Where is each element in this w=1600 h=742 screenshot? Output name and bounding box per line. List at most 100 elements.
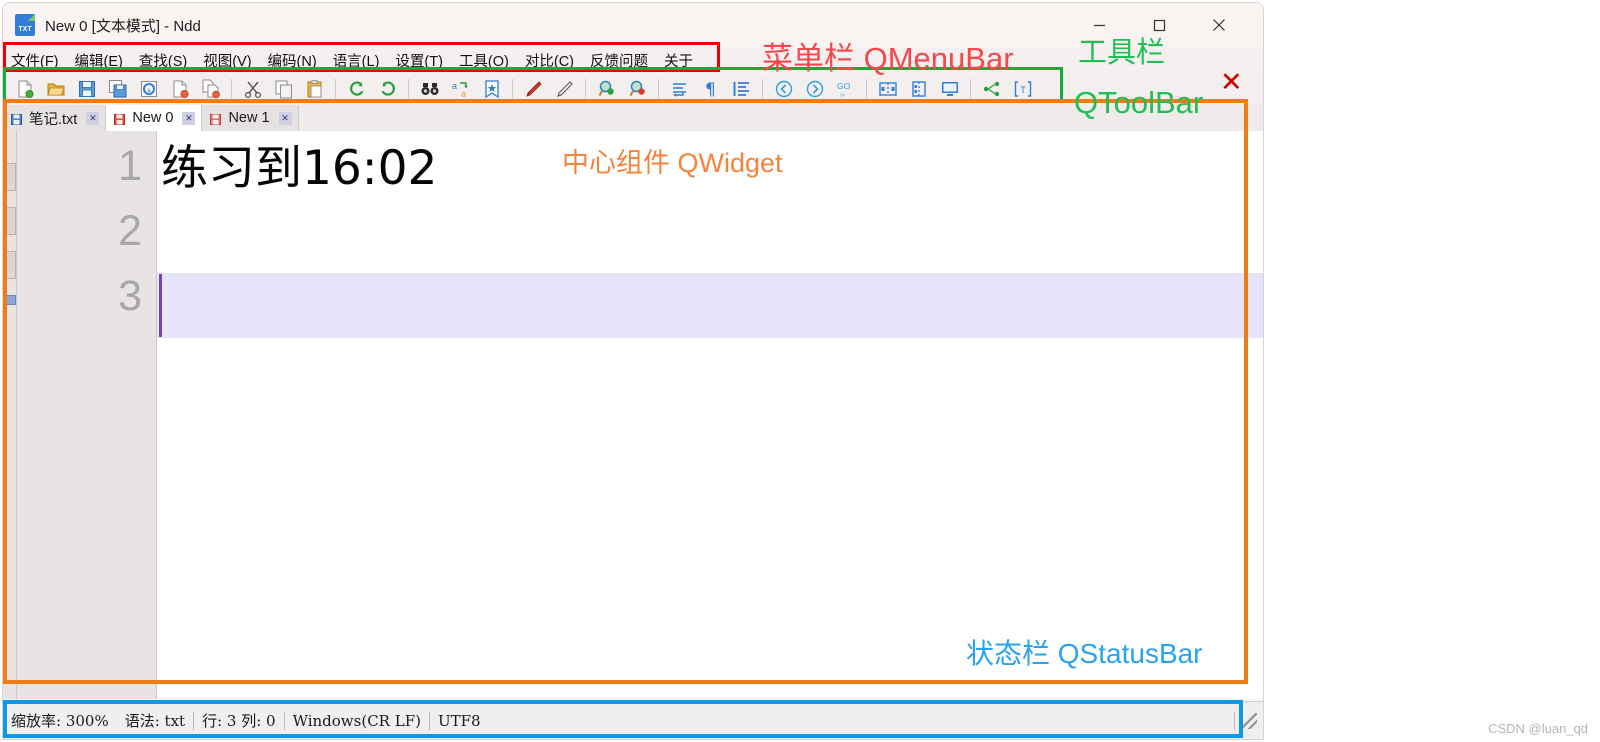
line-number: 1	[118, 142, 142, 190]
editor-area[interactable]: 1 2 3 练习到16:02	[17, 131, 1263, 699]
close-button[interactable]	[1195, 3, 1243, 47]
menu-item-search[interactable]: 查找(S)	[131, 48, 195, 73]
menu-item-edit[interactable]: 编辑(E)	[67, 48, 131, 73]
maximize-button[interactable]	[1135, 3, 1183, 47]
show-whitespace-button[interactable]	[665, 75, 694, 103]
save-all-button[interactable]	[103, 75, 132, 103]
dock-tab-3[interactable]	[3, 251, 16, 279]
toolbar-separator	[512, 79, 513, 99]
split-vertical-button[interactable]	[904, 75, 933, 103]
menu-item-file[interactable]: 文件(F)	[3, 48, 67, 73]
resize-grip[interactable]	[1241, 712, 1257, 729]
tab-new-0[interactable]: New 0 ✕	[106, 105, 203, 131]
menu-item-encoding[interactable]: 编码(N)	[260, 48, 325, 73]
nav-back-button[interactable]	[769, 75, 798, 103]
txt-file-icon-label: TXT	[18, 26, 32, 33]
copy-button[interactable]	[269, 75, 298, 103]
status-divider	[1234, 711, 1235, 730]
undo-button[interactable]	[342, 75, 371, 103]
menu-item-compare[interactable]: 对比(C)	[517, 48, 582, 73]
undo-icon	[349, 81, 363, 96]
save-all-icon	[108, 80, 126, 98]
new-file-button[interactable]	[10, 75, 39, 103]
dock-tab-4[interactable]	[3, 295, 16, 305]
toolbar-separator	[658, 79, 659, 99]
txt-file-icon: TXT	[15, 14, 35, 36]
minimize-button[interactable]	[1075, 3, 1123, 47]
dock-tab-2[interactable]	[3, 207, 16, 235]
save-button[interactable]	[72, 75, 101, 103]
save-as-icon: a	[140, 81, 157, 97]
status-syntax[interactable]: 语法: txt	[117, 710, 193, 732]
word-wrap-icon	[733, 82, 749, 96]
menu-item-tools[interactable]: 工具(O)	[451, 48, 517, 73]
paste-button[interactable]	[300, 75, 329, 103]
status-zoom[interactable]: 缩放率: 300%	[3, 710, 117, 732]
code-map-icon	[983, 81, 999, 97]
goto-line-button[interactable]: GO ››	[831, 75, 860, 103]
zoom-in-button[interactable]	[592, 75, 621, 103]
watermark: CSDN @luan_qd	[1488, 721, 1588, 736]
replace-button[interactable]: a a	[446, 75, 475, 103]
close-file-button[interactable]	[165, 75, 194, 103]
code-line-text: 练习到16:02	[161, 141, 438, 196]
menu-item-feedback[interactable]: 反馈问题	[582, 48, 656, 73]
open-file-button[interactable]	[41, 75, 70, 103]
menu-item-about[interactable]: 关于	[656, 48, 701, 73]
tab-close-button[interactable]: ✕	[86, 111, 100, 125]
tab-new-1[interactable]: New 1 ✕	[202, 105, 299, 131]
nav-forward-button[interactable]	[800, 75, 829, 103]
cut-button[interactable]	[238, 75, 267, 103]
saved-file-icon	[11, 113, 22, 125]
find-button[interactable]	[415, 75, 444, 103]
tab-close-button[interactable]: ✕	[182, 111, 196, 125]
mark-button[interactable]	[519, 75, 548, 103]
menu-item-view[interactable]: 视图(V)	[195, 48, 259, 73]
toolbar-separator	[335, 79, 336, 99]
bookmark-button[interactable]	[477, 75, 506, 103]
toolbar-separator	[231, 79, 232, 99]
minimize-icon	[1093, 24, 1105, 26]
replace-icon: a a	[452, 81, 468, 99]
open-folder-icon	[46, 83, 65, 96]
split-horizontal-icon	[878, 82, 897, 96]
window-title: New 0 [文本模式] - Ndd	[45, 17, 201, 35]
find-icon	[421, 83, 438, 95]
svg-text:¶: ¶	[705, 80, 716, 99]
menu-item-language[interactable]: 语言(L)	[325, 48, 388, 73]
code-map-button[interactable]	[977, 75, 1006, 103]
dock-tab-1[interactable]	[3, 163, 16, 191]
save-as-button[interactable]: a	[134, 75, 163, 103]
word-wrap-button[interactable]	[727, 75, 756, 103]
text-surface[interactable]: 练习到16:02	[157, 131, 1263, 699]
split-vertical-icon	[911, 81, 926, 97]
new-file-icon	[18, 80, 33, 98]
show-paragraph-button[interactable]: ¶	[696, 75, 725, 103]
bookmark-icon	[484, 80, 499, 99]
close-all-button[interactable]	[196, 75, 225, 103]
menu-item-settings[interactable]: 设置(T)	[387, 48, 451, 73]
redo-button[interactable]	[373, 75, 402, 103]
text-mode-button[interactable]: T	[1008, 75, 1037, 103]
redo-icon	[381, 81, 395, 96]
status-eol[interactable]: Windows(CR LF)	[285, 710, 429, 732]
tab-notes[interactable]: 笔记.txt ✕	[3, 105, 107, 131]
tab-label: New 0	[132, 110, 174, 126]
unmark-button[interactable]	[550, 75, 579, 103]
tab-close-button[interactable]: ✕	[278, 111, 292, 125]
status-encoding[interactable]: UTF8	[430, 710, 489, 732]
line-number: 2	[118, 207, 142, 255]
fullscreen-button[interactable]	[935, 75, 964, 103]
svg-text:a: a	[452, 81, 457, 91]
tab-bar: 笔记.txt ✕ New 0 ✕ New 1 ✕	[3, 105, 1263, 132]
left-dock-panel[interactable]	[3, 131, 17, 699]
maximize-icon	[1153, 19, 1165, 31]
fullscreen-icon	[941, 82, 958, 96]
text-mode-icon: T	[1014, 81, 1031, 97]
zoom-out-button[interactable]	[623, 75, 652, 103]
split-horizontal-button[interactable]	[873, 75, 902, 103]
status-position[interactable]: 行: 3 列: 0	[194, 710, 284, 732]
code-line-1: 练习到16:02	[157, 136, 1263, 201]
zoom-out-icon	[629, 80, 645, 96]
